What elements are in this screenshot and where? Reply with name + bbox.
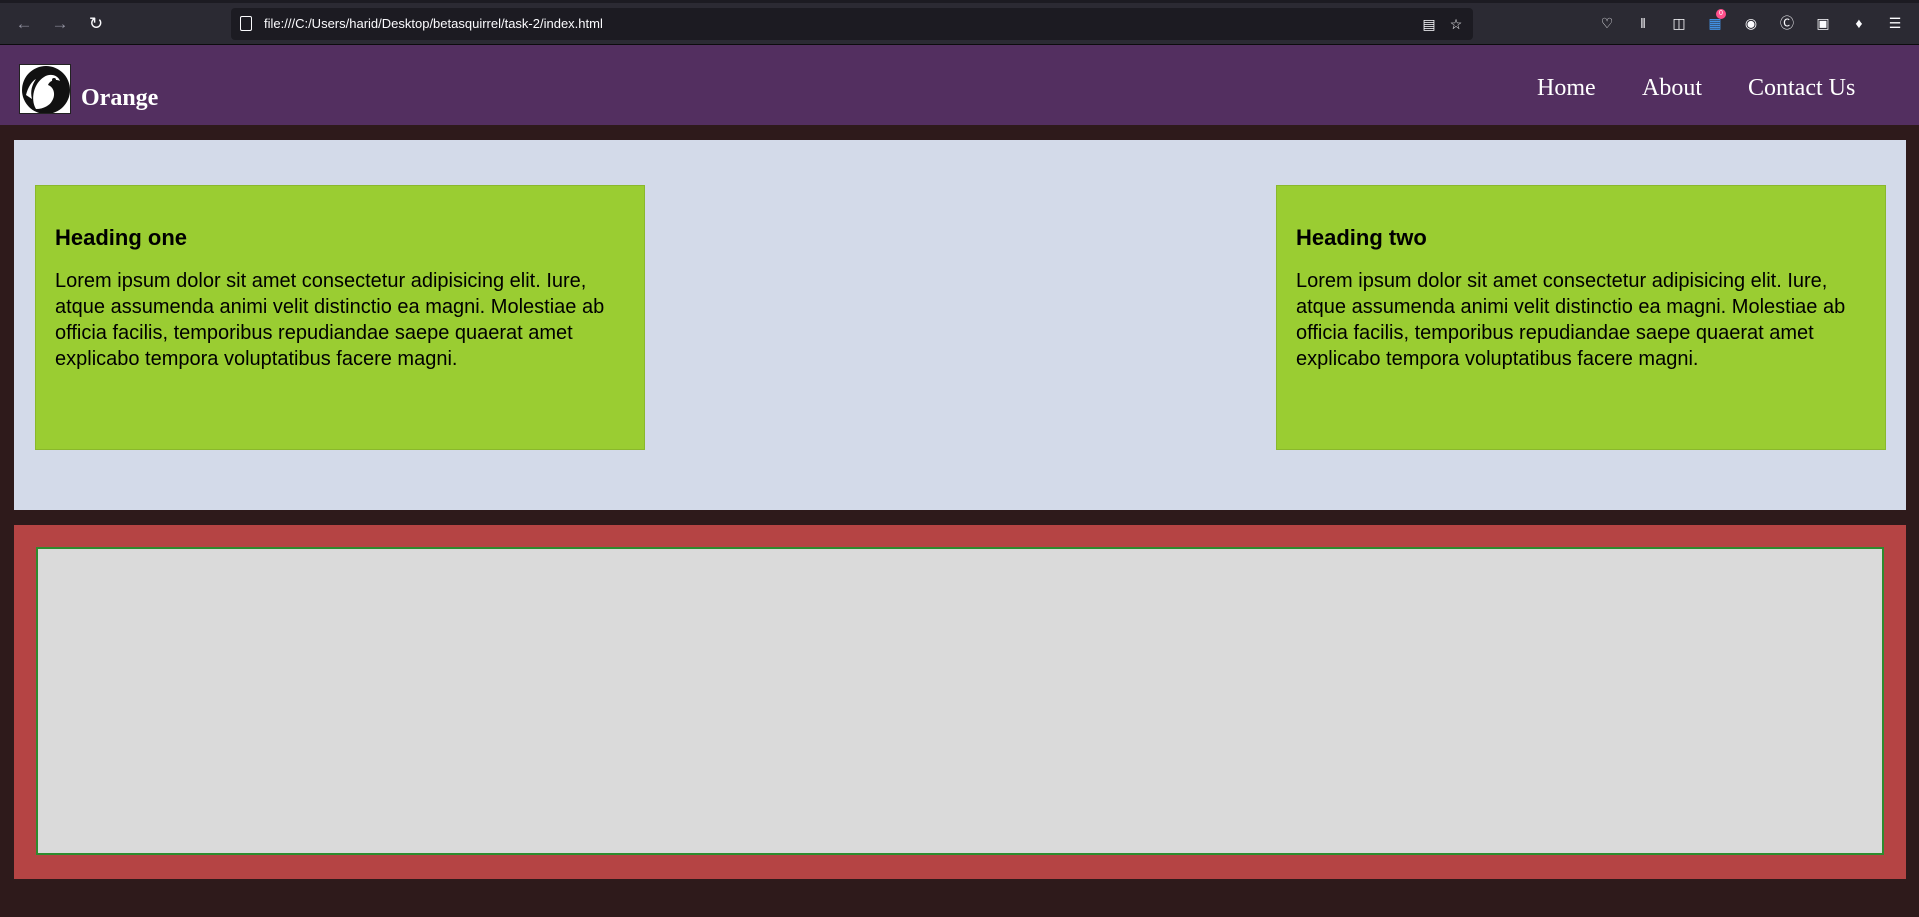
- extension-icon[interactable]: ◉: [1740, 12, 1762, 34]
- squirrel-logo-icon[interactable]: [19, 64, 71, 114]
- pocket-icon[interactable]: ♡: [1596, 12, 1618, 34]
- tab-strip: [0, 0, 1919, 3]
- card-heading: Heading two: [1296, 225, 1427, 250]
- back-arrow-icon[interactable]: ←: [12, 12, 36, 36]
- browser-toolbar: ← → ↻ file:///C:/Users/harid/Desktop/bet…: [0, 0, 1919, 45]
- nav-link-about[interactable]: About: [1642, 75, 1702, 102]
- site-header: Orange Home About Contact Us: [0, 45, 1919, 125]
- nav-link-contact-us[interactable]: Contact Us: [1748, 75, 1855, 102]
- extension-icon[interactable]: Ⓒ: [1776, 12, 1798, 34]
- extension-icon[interactable]: ▣: [1812, 12, 1834, 34]
- bookmark-star-icon[interactable]: ☆: [1446, 14, 1466, 34]
- card-body: Lorem ipsum dolor sit amet consectetur a…: [55, 270, 605, 370]
- nav-link-home[interactable]: Home: [1537, 75, 1596, 102]
- extension-icon[interactable]: ▦ 0: [1704, 9, 1726, 34]
- notification-badge: 0: [1716, 9, 1726, 19]
- brand-name[interactable]: Orange: [81, 85, 158, 112]
- reload-icon[interactable]: ↻: [84, 12, 108, 36]
- menu-icon[interactable]: ☰: [1884, 12, 1906, 34]
- extensions-icon[interactable]: ♦: [1848, 12, 1870, 34]
- page-icon: [240, 16, 252, 31]
- address-bar[interactable]: file:///C:/Users/harid/Desktop/betasquir…: [231, 8, 1473, 40]
- card-heading: Heading one: [55, 225, 188, 250]
- card-body: Lorem ipsum dolor sit amet consectetur a…: [1296, 270, 1846, 370]
- lower-section: [14, 525, 1906, 879]
- url-text[interactable]: file:///C:/Users/harid/Desktop/betasquir…: [264, 16, 603, 31]
- card-one: Heading one Lorem ipsum dolor sit amet c…: [35, 185, 645, 450]
- card-two: Heading two Lorem ipsum dolor sit amet c…: [1276, 185, 1886, 450]
- reader-view-icon[interactable]: ▤: [1419, 14, 1439, 34]
- forward-arrow-icon[interactable]: →: [48, 12, 72, 36]
- hero-section: Heading one Lorem ipsum dolor sit amet c…: [14, 140, 1906, 510]
- library-icon[interactable]: ‖: [1632, 12, 1654, 34]
- sidebar-icon[interactable]: ◫: [1668, 12, 1690, 34]
- content-panel: [36, 547, 1884, 855]
